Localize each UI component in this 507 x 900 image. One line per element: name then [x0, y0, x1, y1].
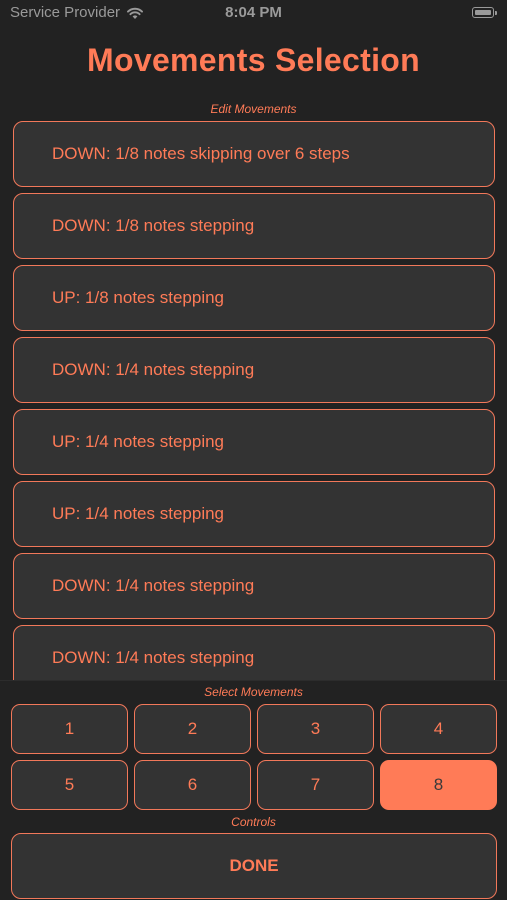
status-time: 8:04 PM: [225, 4, 282, 21]
movement-item[interactable]: UP: 1/8 notes stepping: [13, 265, 495, 331]
edit-movements-label: Edit Movements: [210, 102, 297, 116]
movement-button-7[interactable]: 7: [257, 760, 374, 810]
screen: Service Provider 8:04 PM Movements Selec…: [0, 0, 507, 900]
movement-button-4[interactable]: 4: [380, 704, 497, 754]
movement-item[interactable]: DOWN: 1/8 notes skipping over 6 steps: [13, 121, 495, 187]
status-bar: Service Provider 8:04 PM: [0, 0, 507, 28]
movement-button-8[interactable]: 8: [380, 760, 497, 810]
battery-icon: [472, 7, 497, 18]
movement-item[interactable]: DOWN: 1/4 notes stepping: [13, 625, 495, 681]
page-title: Movements Selection: [87, 42, 420, 78]
list-divider: [0, 680, 507, 681]
movement-button-1[interactable]: 1: [11, 704, 128, 754]
movement-button-3[interactable]: 3: [257, 704, 374, 754]
movement-item[interactable]: UP: 1/4 notes stepping: [13, 481, 495, 547]
movement-button-6[interactable]: 6: [134, 760, 251, 810]
movement-list[interactable]: DOWN: 1/8 notes skipping over 6 steps DO…: [13, 121, 495, 681]
movement-item[interactable]: DOWN: 1/4 notes stepping: [13, 337, 495, 403]
movement-item[interactable]: DOWN: 1/8 notes stepping: [13, 193, 495, 259]
movement-item[interactable]: UP: 1/4 notes stepping: [13, 409, 495, 475]
controls-label: Controls: [231, 815, 276, 829]
select-movements-label: Select Movements: [204, 685, 303, 699]
done-button[interactable]: DONE: [11, 833, 497, 899]
movement-button-5[interactable]: 5: [11, 760, 128, 810]
movement-item[interactable]: DOWN: 1/4 notes stepping: [13, 553, 495, 619]
movement-button-2[interactable]: 2: [134, 704, 251, 754]
